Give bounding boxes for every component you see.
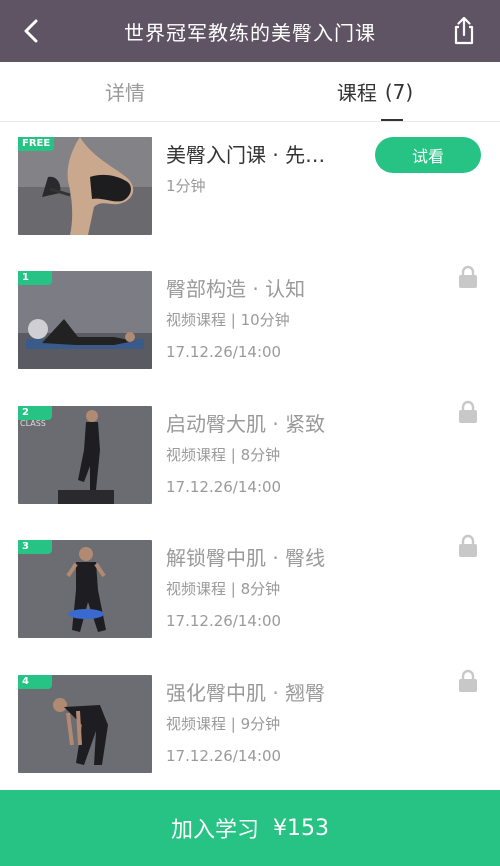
preview-button-label: 试看 bbox=[411, 147, 444, 166]
lesson-item[interactable]: 4 强化臀中肌 · 翘臀 视频课程 | 9分钟 17.12.26/14:00 bbox=[0, 661, 500, 795]
lesson-number-badge: 1 bbox=[18, 271, 52, 285]
top-nav-bar: 世界冠军教练的美臀入门课 bbox=[0, 0, 500, 62]
preview-button[interactable]: 试看 bbox=[375, 137, 481, 173]
lesson-title: 启动臀大肌 · 紧致 bbox=[166, 412, 326, 436]
tab-label: 课程 bbox=[336, 81, 377, 105]
tab-bar: 详情 课程 (7) bbox=[0, 62, 500, 122]
svg-text:CLASS: CLASS bbox=[20, 419, 46, 428]
tab-details[interactable]: 详情 bbox=[0, 62, 250, 121]
lesson-date: 17.12.26/14:00 bbox=[166, 612, 282, 630]
lock-icon bbox=[459, 534, 477, 557]
share-button[interactable] bbox=[446, 13, 482, 49]
tab-courses[interactable]: 课程 (7) bbox=[250, 62, 500, 121]
lesson-title: 解锁臀中肌 · 臀线 bbox=[166, 546, 326, 570]
lesson-item[interactable]: 3 解锁臀中肌 · 臀线 视频课程 | 8分钟 17.12.26/14:00 bbox=[0, 526, 500, 660]
lesson-title: 美臀入门课 · 先… bbox=[166, 143, 326, 167]
free-badge: FREE bbox=[18, 137, 55, 151]
tab-count: (7) bbox=[384, 79, 414, 104]
lesson-date: 17.12.26/14:00 bbox=[166, 343, 282, 361]
lesson-thumbnail: 1 bbox=[18, 271, 152, 369]
lesson-info: 视频课程 | 10分钟 bbox=[166, 311, 290, 329]
lesson-number-badge: 4 bbox=[18, 675, 52, 689]
lesson-thumbnail: 4 bbox=[18, 675, 152, 773]
lesson-number-badge: 3 bbox=[18, 540, 52, 554]
lesson-item[interactable]: FREE 美臀入门课 · 先… 1分钟 试看 bbox=[0, 123, 500, 257]
join-course-button[interactable]: 加入学习 ¥153 bbox=[0, 790, 500, 866]
lock-icon bbox=[459, 265, 477, 288]
lesson-info: 视频课程 | 9分钟 bbox=[166, 715, 281, 733]
page-title: 世界冠军教练的美臀入门课 bbox=[124, 20, 376, 45]
tab-label: 详情 bbox=[105, 81, 145, 105]
back-button[interactable] bbox=[14, 13, 50, 49]
lesson-date: 17.12.26/14:00 bbox=[166, 478, 282, 496]
lesson-thumbnail: 3 bbox=[18, 540, 152, 638]
share-icon bbox=[454, 16, 474, 45]
lesson-info: 视频课程 | 8分钟 bbox=[166, 446, 281, 464]
lesson-duration: 1分钟 bbox=[166, 177, 206, 195]
join-label: 加入学习 bbox=[170, 818, 259, 843]
lesson-thumbnail: CLASS 2 bbox=[18, 406, 152, 504]
course-price: ¥153 bbox=[273, 815, 329, 841]
lesson-number-badge: 2 bbox=[18, 406, 52, 420]
lesson-item[interactable]: CLASS 2 启动臀大肌 · 紧致 视频课程 | 8分钟 17.12.26/1… bbox=[0, 392, 500, 526]
lesson-date: 17.12.26/14:00 bbox=[166, 747, 282, 765]
lesson-title: 臀部构造 · 认知 bbox=[166, 277, 306, 301]
chevron-left-icon bbox=[24, 19, 38, 43]
lock-icon bbox=[459, 400, 477, 423]
lesson-title: 强化臀中肌 · 翘臀 bbox=[166, 681, 326, 705]
lesson-info: 视频课程 | 8分钟 bbox=[166, 580, 281, 598]
lock-icon bbox=[459, 669, 477, 692]
lesson-item[interactable]: 1 臀部构造 · 认知 视频课程 | 10分钟 17.12.26/14:00 bbox=[0, 257, 500, 391]
lesson-thumbnail: FREE bbox=[18, 137, 152, 235]
